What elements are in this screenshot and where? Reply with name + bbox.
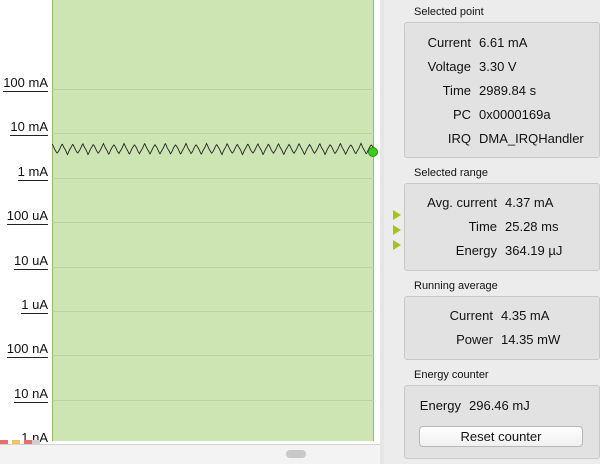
sp-time-row: Time 2989.84 s — [443, 83, 537, 99]
y-tick-text: 100 uA — [6, 208, 48, 225]
grid-line — [52, 133, 374, 134]
y-tick-text: 10 nA — [14, 386, 48, 403]
y-tick-label: 10 mA — [0, 119, 50, 136]
range-end-arrow-icon[interactable] — [393, 240, 401, 250]
sr-energy-label: Energy — [455, 243, 497, 258]
sp-voltage-label: Voltage — [427, 59, 471, 74]
selected-range-region[interactable] — [52, 0, 374, 441]
sr-energy-row: Energy 364.19 µJ — [456, 243, 563, 259]
y-tick-label: 100 mA — [0, 75, 50, 92]
grid-line — [52, 178, 374, 179]
ra-power-value: 14.35 mW — [501, 332, 561, 347]
grid-line — [52, 267, 374, 268]
energy-counter-title: Energy counter — [414, 369, 489, 381]
selected-point-panel: Current 6.61 mA Voltage 3.30 V Time 2989.84… — [404, 22, 600, 158]
sp-irq-value: DMA_IRQHandler — [479, 131, 584, 146]
y-tick-label: 100 uA — [0, 208, 50, 225]
sp-current-label: Current — [427, 35, 471, 50]
sp-voltage-value: 3.30 V — [479, 59, 517, 74]
sp-current-value: 6.61 mA — [479, 35, 528, 50]
sr-time-value: 25.28 ms — [505, 219, 559, 234]
current-plot[interactable]: 100 mA 10 mA 1 mA 100 uA 10 uA 1 uA 100 nA 10 n… — [0, 0, 380, 447]
sp-pc-value: 0x0000169a — [479, 107, 551, 122]
ra-power-row: Power 14.35 mW — [456, 332, 561, 348]
y-tick-text: 100 nA — [6, 341, 48, 358]
y-tick-text: 1 uA — [21, 297, 48, 314]
y-tick-text: 10 mA — [10, 119, 48, 136]
y-tick-text: 1 mA — [17, 164, 48, 181]
ec-energy-label: Energy — [419, 398, 461, 413]
y-tick-label: 100 nA — [0, 341, 50, 358]
y-tick-text: 10 uA — [14, 253, 48, 270]
sp-time-label: Time — [442, 83, 471, 98]
sr-time-row: Time 25.28 ms — [469, 219, 559, 235]
selected-range-title: Selected range — [414, 167, 488, 179]
ec-energy-value: 296.46 mJ — [469, 398, 530, 413]
sr-time-label: Time — [468, 219, 497, 234]
sp-voltage-row: Voltage 3.30 V — [428, 59, 517, 75]
running-average-title: Running average — [414, 280, 498, 292]
y-tick-text: 100 mA — [3, 75, 48, 92]
energy-counter-panel: Energy 296.46 mJ — [404, 385, 600, 459]
sp-current-row: Current 6.61 mA — [428, 35, 528, 51]
grid-line — [52, 222, 374, 223]
grid-line — [52, 355, 374, 356]
running-average-panel: Current 4.35 mA Power 14.35 mW — [404, 296, 600, 360]
ec-energy-row: Energy 296.46 mJ — [420, 398, 530, 414]
sp-irq-row: IRQ DMA_IRQHandler — [448, 131, 584, 147]
sr-energy-value: 364.19 µJ — [505, 243, 563, 258]
selected-point-title: Selected point — [414, 6, 484, 18]
current-trace-line — [52, 142, 374, 156]
sr-avg-label: Avg. current — [427, 195, 497, 210]
sp-time-value: 2989.84 s — [479, 83, 537, 98]
range-mid-arrow-icon[interactable] — [393, 225, 401, 235]
ra-current-row: Current 4.35 mA — [450, 308, 550, 324]
grid-line — [52, 89, 374, 90]
sr-avg-value: 4.37 mA — [505, 195, 554, 210]
y-tick-label: 10 nA — [0, 386, 50, 403]
y-tick-label: 1 mA — [0, 164, 50, 181]
plot-horizontal-scrollbar[interactable] — [0, 444, 380, 464]
y-axis: 100 mA 10 mA 1 mA 100 uA 10 uA 1 uA 100 nA 10 n… — [0, 0, 52, 447]
range-start-arrow-icon[interactable] — [393, 210, 401, 220]
selected-point-marker[interactable] — [368, 147, 378, 157]
grid-line — [52, 400, 374, 401]
ra-power-label: Power — [456, 332, 493, 347]
sp-pc-row: PC 0x0000169a — [453, 107, 551, 123]
sp-pc-label: PC — [452, 107, 471, 122]
ra-current-label: Current — [449, 308, 493, 323]
sp-irq-label: IRQ — [447, 131, 471, 146]
selected-range-panel: Avg. current 4.37 mA Time 25.28 ms Energy 3… — [404, 183, 600, 271]
y-tick-label: 10 uA — [0, 253, 50, 270]
current-trace — [52, 142, 374, 156]
scroll-thumb[interactable] — [286, 450, 306, 458]
reset-counter-button[interactable]: Reset counter — [419, 426, 583, 447]
ra-current-value: 4.35 mA — [501, 308, 550, 323]
plot-divider — [380, 0, 384, 464]
y-tick-label: 1 uA — [0, 297, 50, 314]
grid-line — [52, 311, 374, 312]
sr-avg-row: Avg. current 4.37 mA — [427, 195, 554, 211]
